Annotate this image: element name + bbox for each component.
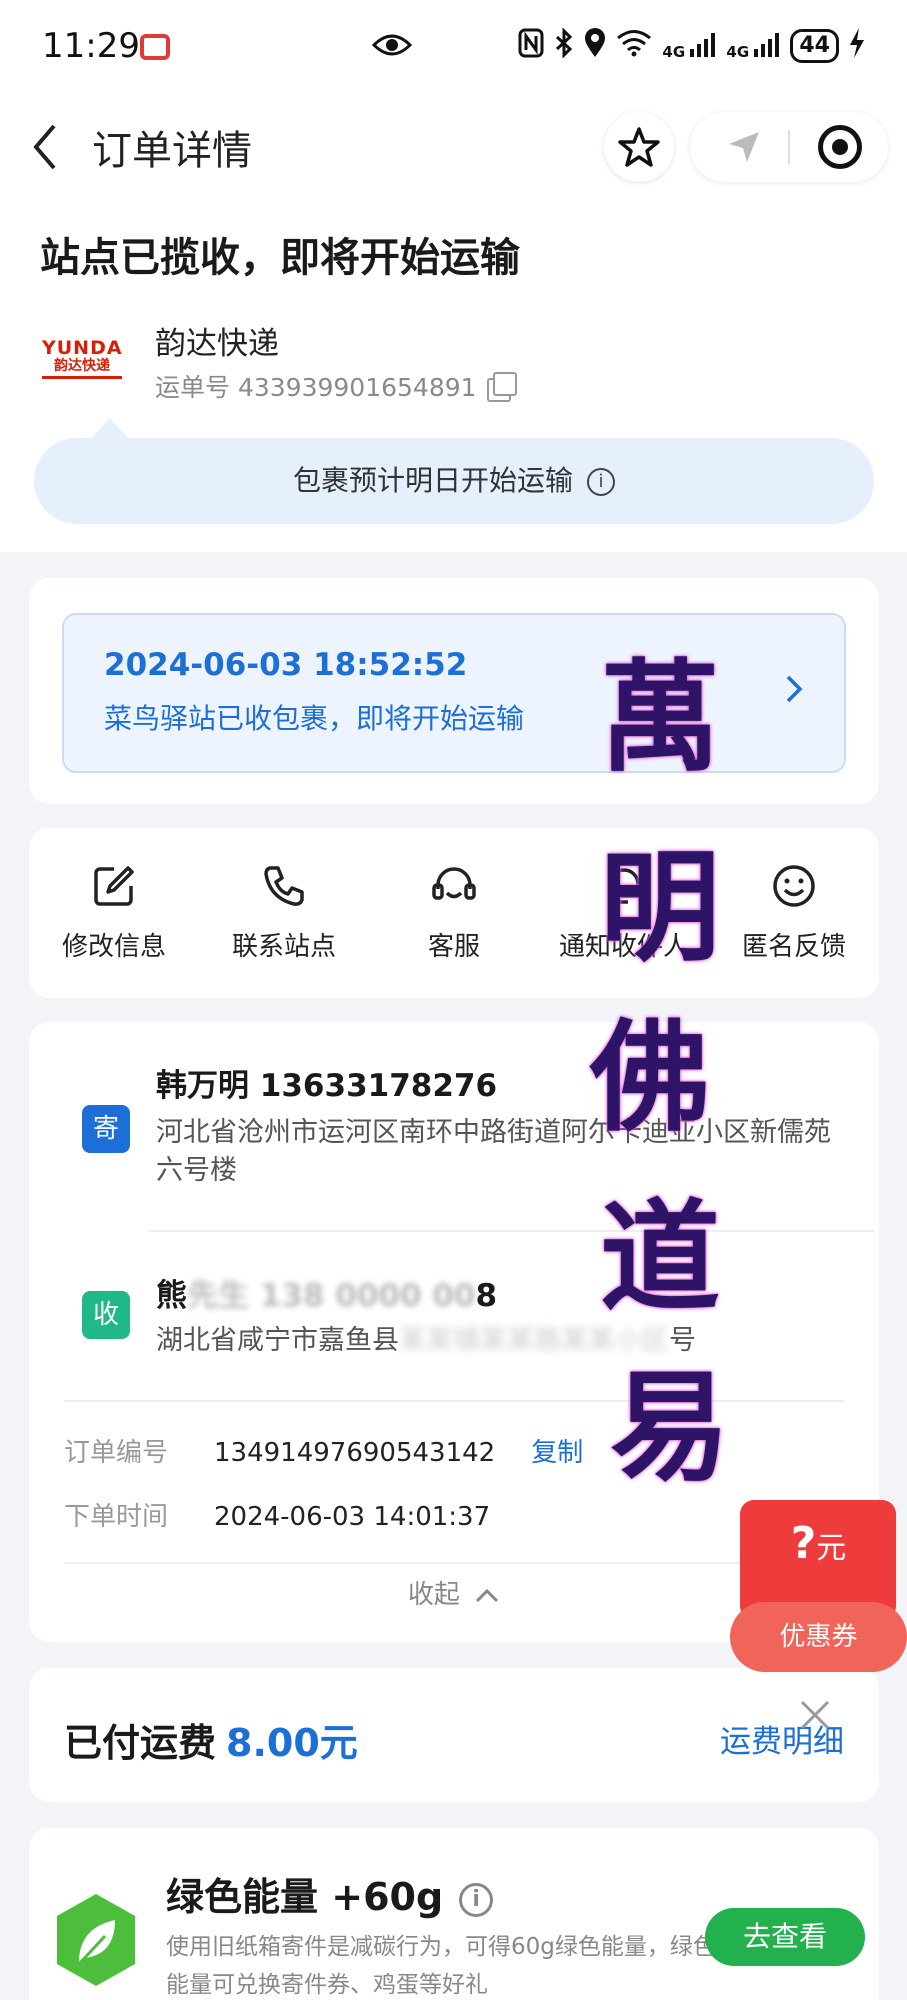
green-energy-title: 绿色能量 +60g i <box>166 1866 494 1921</box>
coupon-amount-value: ? <box>790 1518 817 1569</box>
action-label: 客服 <box>427 932 480 962</box>
signal-icon-2: 4G <box>726 32 780 61</box>
wifi-icon <box>616 29 652 62</box>
latest-tracking-event[interactable]: 2024-06-03 18:52:52 菜鸟驿站已收包裹，即将开始运输 <box>62 613 846 773</box>
coupon-float[interactable]: ?元 优惠券 <box>730 1500 907 1678</box>
action-label: 匿名反馈 <box>741 932 846 962</box>
logo-subtext: 韵达快递 <box>54 358 110 374</box>
info-icon[interactable]: i <box>459 1882 494 1917</box>
order-detail-page: 11:29 4G 4G 44 订单详情 站点已揽收，即将开始运输 YUNDA 韵… <box>0 0 907 2000</box>
receiver-phone-end: 8 <box>475 1278 498 1314</box>
tracking-card: 2024-06-03 18:52:52 菜鸟驿站已收包裹，即将开始运输 <box>29 578 879 804</box>
order-time-row: 下单时间 2024-06-03 14:01:37 <box>64 1496 490 1533</box>
coupon-unit: 元 <box>816 1531 847 1566</box>
action-anonymous-feedback[interactable]: 匿名反馈 <box>714 862 874 963</box>
sender-tag: 寄 <box>82 1105 130 1153</box>
divider <box>64 1400 844 1402</box>
carrier-name: 韵达快递 <box>155 326 279 362</box>
green-title-text: 绿色能量 +60g <box>166 1875 444 1919</box>
event-datetime: 2024-06-03 18:52:52 <box>104 647 468 683</box>
signal-label-2: 4G <box>726 42 750 61</box>
action-label: 修改信息 <box>61 932 166 962</box>
order-number-row: 订单编号 13491497690543142 复制 <box>64 1432 583 1469</box>
divider <box>64 1562 844 1564</box>
copy-icon[interactable] <box>486 372 517 402</box>
close-coupon-icon[interactable] <box>798 1698 832 1741</box>
action-contact-station[interactable]: 联系站点 <box>204 862 364 963</box>
divider <box>149 1230 874 1232</box>
action-notify-recipient[interactable]: 通知收件人 <box>544 862 704 963</box>
waybill-text: 运单号 433939901654891 <box>155 373 477 402</box>
logo-text: YUNDA <box>42 337 123 359</box>
receiver-address-end: 号 <box>669 1325 696 1356</box>
battery-indicator: 44 <box>790 28 839 63</box>
receiver-name-phone: 熊先生 138 0000 008 <box>156 1278 498 1314</box>
bluetooth-icon <box>554 27 574 63</box>
action-edit-info[interactable]: 修改信息 <box>34 862 194 963</box>
leaf-icon <box>51 1890 141 1990</box>
fee-card: 已付运费 8.00元 运费明细 <box>29 1668 879 1802</box>
eta-text: 包裹预计明日开始运输 <box>292 464 573 497</box>
order-time-value: 2024-06-03 14:01:37 <box>214 1502 491 1532</box>
receiver-address: 湖北省咸宁市嘉鱼县某某镇某某路某某小区号 <box>156 1325 696 1356</box>
event-description: 菜鸟驿站已收包裹，即将开始运输 <box>104 702 525 735</box>
eta-bubble: 包裹预计明日开始运输 i <box>34 418 874 524</box>
collapse-label: 收起 <box>407 1580 460 1610</box>
signal-icon-1: 4G <box>662 32 716 61</box>
smile-icon <box>714 862 874 910</box>
chevron-up-icon <box>476 1588 499 1602</box>
sender-address: 河北省沧州市运河区南环中路街道阿尔卡迪亚小区新儒苑六号楼 <box>156 1117 831 1186</box>
action-row: 修改信息 联系站点 客服 通知收件人 匿名反馈 <box>29 828 879 963</box>
nav-bar: 订单详情 <box>0 100 907 195</box>
order-number-value: 13491497690543142 <box>214 1438 496 1468</box>
phone-icon <box>204 862 364 910</box>
receiver-tag: 收 <box>82 1291 130 1339</box>
fee-label-text: 已付运费 <box>64 1721 217 1765</box>
page-title: 订单详情 <box>92 128 252 174</box>
view-green-button[interactable]: 去查看 <box>705 1908 865 1966</box>
action-label: 通知收件人 <box>558 932 689 962</box>
headset-icon <box>374 862 534 910</box>
yunda-logo: YUNDA 韵达快递 <box>42 338 122 379</box>
header-section: 11:29 4G 4G 44 订单详情 站点已揽收，即将开始运输 YUNDA 韵… <box>0 0 907 552</box>
fee-value: 8.00元 <box>226 1721 358 1765</box>
screen-record-icon <box>140 34 170 60</box>
bell-icon <box>544 862 704 910</box>
status-icons: 4G 4G 44 <box>518 27 865 63</box>
coupon-amount: ?元 <box>730 1518 907 1569</box>
sender-name-phone: 韩万明 13633178276 <box>156 1068 498 1104</box>
info-icon[interactable]: i <box>587 468 615 496</box>
navigation-icon[interactable] <box>726 129 762 169</box>
miniapp-capsule <box>690 112 888 182</box>
star-icon <box>618 127 660 167</box>
nfc-icon <box>518 28 544 63</box>
charging-icon <box>849 28 865 63</box>
receiver-address-visible: 湖北省咸宁市嘉鱼县 <box>156 1325 399 1356</box>
back-arrow-icon[interactable] <box>30 122 60 176</box>
close-miniapp-icon[interactable] <box>818 125 862 169</box>
fee-label: 已付运费 8.00元 <box>64 1712 358 1767</box>
actions-card: 修改信息 联系站点 客服 通知收件人 匿名反馈 <box>29 828 879 998</box>
favorite-button[interactable] <box>604 112 674 182</box>
green-energy-card: 绿色能量 +60g i 使用旧纸箱寄件是减碳行为，可得60g绿色能量，绿色能量可兑… <box>29 1828 879 2000</box>
signal-label-1: 4G <box>662 42 686 61</box>
edit-icon <box>34 862 194 910</box>
status-time: 11:29 <box>42 26 140 66</box>
eye-icon <box>371 30 413 64</box>
status-bar: 11:29 4G 4G 44 <box>0 0 907 95</box>
action-customer-service[interactable]: 客服 <box>374 862 534 963</box>
order-time-label: 下单时间 <box>64 1502 169 1532</box>
location-icon <box>584 28 606 63</box>
capsule-divider <box>788 130 790 164</box>
order-number-label: 订单编号 <box>64 1438 169 1468</box>
copy-order-button[interactable]: 复制 <box>531 1438 583 1468</box>
receiver-name: 熊 <box>156 1278 187 1314</box>
coupon-label: 优惠券 <box>730 1602 907 1672</box>
action-label: 联系站点 <box>231 932 336 962</box>
shipment-status-title: 站点已揽收，即将开始运输 <box>40 235 520 281</box>
waybill-number: 运单号 433939901654891 <box>155 368 517 404</box>
chevron-right-icon <box>784 673 804 714</box>
green-energy-desc: 使用旧纸箱寄件是减碳行为，可得60g绿色能量，绿色能量可兑换寄件券、鸡蛋等好礼 <box>166 1934 716 1998</box>
